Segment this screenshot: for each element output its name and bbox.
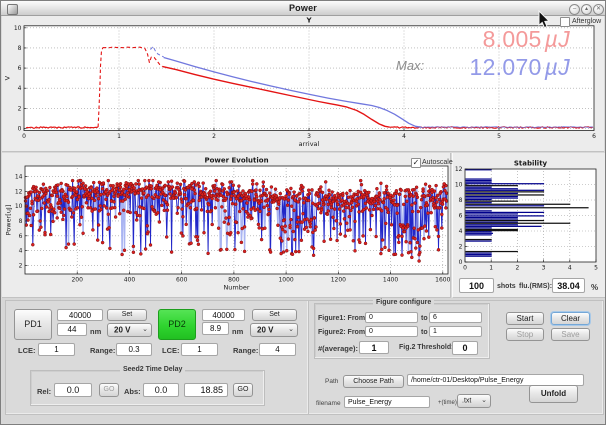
pd2-range-field[interactable]: 4	[259, 343, 296, 356]
pd2-button[interactable]: PD2	[158, 309, 196, 340]
seed2-rel-field[interactable]: 0.0	[54, 383, 92, 397]
threshold-field[interactable]: 0	[452, 341, 478, 355]
pd1-max-value: 8.005	[483, 26, 542, 52]
threshold-label: Fig.2 Threshold:	[399, 344, 453, 351]
clear-button[interactable]: Clear	[551, 312, 590, 325]
seed2-abs-go-button[interactable]: GO	[233, 383, 253, 397]
pd2-set-button[interactable]: Set	[252, 309, 297, 321]
figure2-to-field[interactable]: 1	[429, 326, 482, 337]
stability-figure-panel	[452, 153, 605, 298]
pd1-button[interactable]: PD1	[14, 309, 52, 340]
pd1-counts-field[interactable]: 40000	[57, 309, 103, 321]
pd2-wavelength-field[interactable]: 8.9	[202, 322, 229, 335]
extension-value: .txt	[462, 398, 471, 405]
path-label: Path	[325, 378, 338, 385]
figure-configure-title: Figure configure	[373, 299, 434, 306]
shots-count-field[interactable]: 100	[459, 278, 494, 293]
window-title: Power	[1, 3, 605, 13]
chevron-down-icon: ⌄	[288, 325, 294, 333]
afterglow-checkbox[interactable]	[560, 17, 570, 27]
pd1-lce-field[interactable]: 1	[38, 343, 75, 356]
rms-value-field[interactable]: 38.04	[552, 278, 585, 293]
seed2-rel-go-button[interactable]: GO	[99, 383, 119, 397]
choose-path-button[interactable]: Choose Path	[343, 375, 404, 388]
pd2-max-value: 12.070	[469, 54, 541, 80]
stop-button[interactable]: Stop	[506, 328, 544, 341]
start-button[interactable]: Start	[506, 312, 544, 325]
figure2-from-label: Figure2: From	[318, 329, 365, 336]
chevron-down-icon: ⌄	[142, 325, 148, 333]
evolution-figure-panel	[2, 153, 451, 298]
figure1-to-field[interactable]: 6	[429, 312, 482, 323]
close-button-icon[interactable]: ✕	[593, 4, 604, 15]
autoscale-checkbox[interactable]: ✓	[411, 158, 421, 168]
figure2-to-label: to	[421, 329, 428, 336]
pd1-wavelength-field[interactable]: 44	[57, 323, 87, 336]
figure1-from-field[interactable]: 0	[365, 312, 418, 323]
pd2-lce-field[interactable]: 1	[181, 343, 218, 356]
pd1-voltage-value: 20 V	[114, 326, 130, 335]
pd2-range-label: Range:	[233, 346, 258, 355]
seed2-rel-label: Rel:	[37, 387, 51, 396]
title-bar: Power – ▴ ✕	[1, 1, 605, 16]
minimize-button-icon[interactable]: –	[569, 4, 580, 15]
pd2-max-readout: 12.070µJ	[370, 56, 570, 79]
pd1-range-field[interactable]: 0.3	[116, 343, 152, 356]
figure1-from-label: Figure1: From	[318, 315, 365, 322]
pd2-voltage-dropdown[interactable]: 20 V ⌄	[250, 323, 298, 337]
pd1-max-readout: 8.005µJ	[370, 28, 570, 51]
pd2-max-unit: µJ	[545, 54, 570, 80]
time-suffix-label: +(time)	[438, 400, 457, 406]
afterglow-label: Afterglow	[572, 18, 601, 25]
pd1-range-label: Range:	[90, 346, 115, 355]
unfold-button[interactable]: Unfold	[529, 385, 578, 403]
autoscale-label: Autoscale	[422, 159, 453, 166]
pd2-nm-label: nm	[232, 327, 243, 336]
seed2-abs-label: Abs:	[124, 387, 141, 396]
shots-label: shots	[497, 283, 516, 290]
chevron-down-icon: ⌄	[481, 396, 487, 404]
save-button[interactable]: Save	[551, 328, 590, 341]
pd1-set-button[interactable]: Set	[107, 309, 147, 321]
filename-field[interactable]: Pulse_Energy	[344, 396, 430, 408]
pd1-nm-label: nm	[90, 327, 101, 336]
filename-label: filename	[316, 400, 341, 407]
figure2-from-field[interactable]: 0	[365, 326, 418, 337]
extension-dropdown[interactable]: .txt ⌄	[457, 394, 491, 408]
pd2-voltage-value: 20 V	[257, 326, 273, 335]
pd1-lce-label: LCE:	[18, 346, 36, 355]
average-field[interactable]: 1	[359, 341, 389, 354]
figure1-to-label: to	[421, 315, 428, 322]
pd1-max-unit: µJ	[545, 26, 570, 52]
pd2-lce-label: LCE:	[162, 346, 180, 355]
seed2-abs-field[interactable]: 0.0	[143, 383, 179, 397]
pd2-counts-field[interactable]: 40000	[202, 309, 245, 321]
seed2-abs-total-field[interactable]: 18.85	[184, 383, 228, 397]
percent-label: %	[591, 283, 598, 292]
rms-label: flu.(RMS):	[519, 283, 552, 290]
pd1-voltage-dropdown[interactable]: 20 V ⌄	[107, 323, 152, 337]
average-label: #(average):	[318, 344, 358, 353]
maximize-button-icon[interactable]: ▴	[581, 4, 592, 15]
seed2-panel-title: Seed2 Time Delay	[120, 366, 185, 373]
